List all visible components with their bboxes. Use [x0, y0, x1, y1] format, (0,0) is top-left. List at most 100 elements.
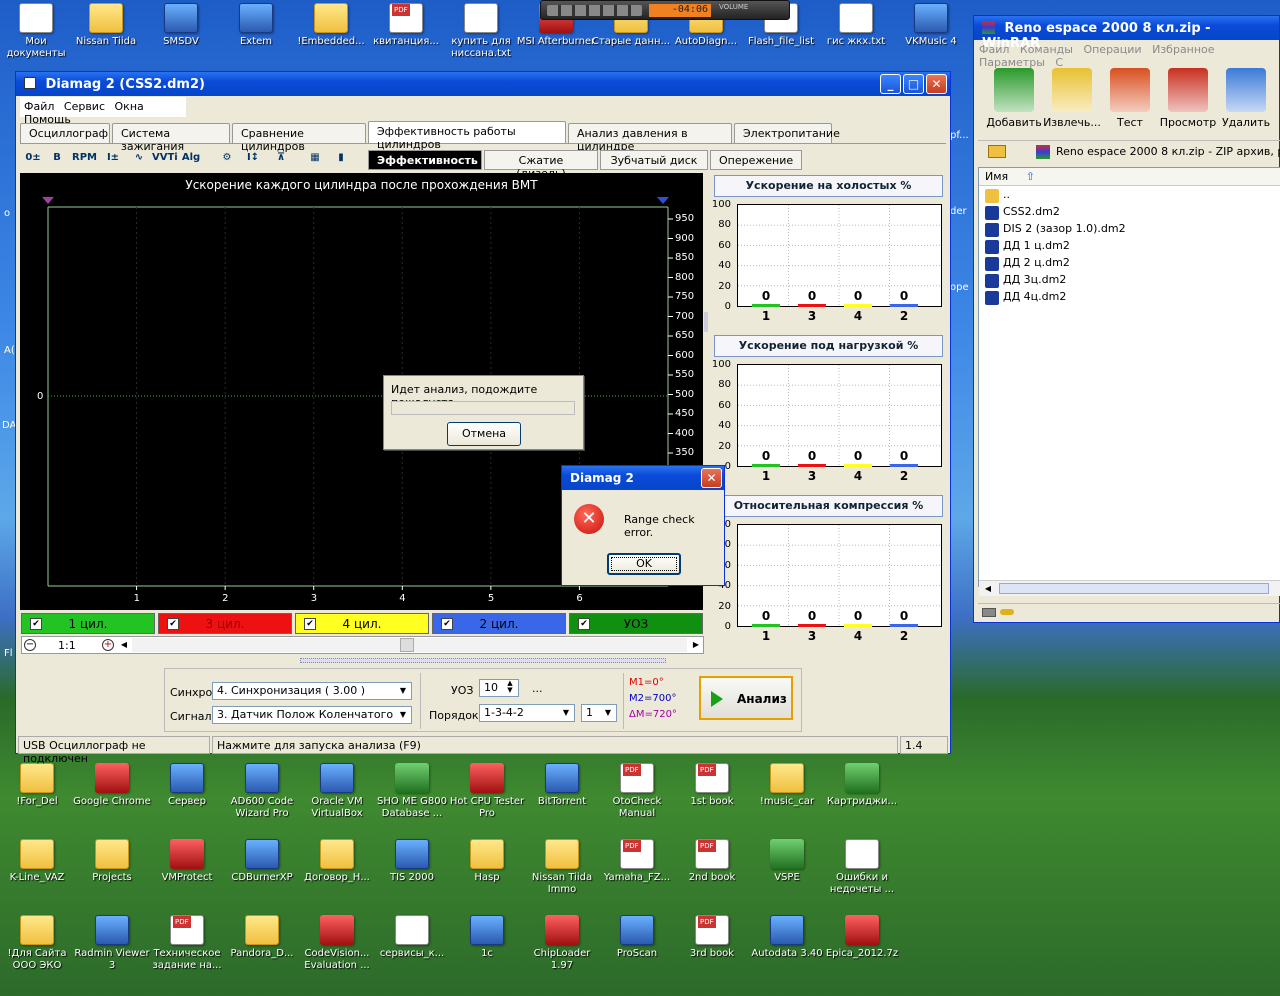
file-row[interactable]: DIS 2 (зазор 1.0).dm2 [983, 222, 1126, 239]
desktop-icon[interactable]: CDBurnerXP [221, 839, 303, 884]
checkbox-icon[interactable]: ✔ [304, 618, 316, 630]
scroll-left-icon[interactable]: ◀ [981, 582, 995, 595]
scroll-left-icon[interactable]: ◀ [118, 638, 130, 652]
desktop-icon[interactable]: Autodata 3.40 [746, 915, 828, 960]
desktop-icon[interactable]: 3rd book [671, 915, 753, 960]
winrar-tool-button[interactable]: Извлечь... [1042, 68, 1102, 129]
cylinder-toggle[interactable]: ✔ 3 цил. [158, 613, 292, 634]
tool-button[interactable]: ∿ [128, 148, 150, 168]
desktop-icon[interactable]: Nissan Tiida Immo [521, 839, 603, 896]
desktop-icon[interactable]: 2nd book [671, 839, 753, 884]
file-row[interactable]: CSS2.dm2 [983, 205, 1060, 222]
desktop-icon[interactable]: SMSDV [140, 3, 222, 48]
winrar-titlebar[interactable]: Reno espace 2000 8 кл.zip - WinRAR [974, 16, 1279, 51]
plot-splitter[interactable] [704, 312, 708, 332]
archive-path[interactable]: Reno espace 2000 8 кл.zip - ZIP архив, р… [1056, 145, 1280, 158]
order-select[interactable]: 1-3-4-2 ▼ [479, 704, 575, 722]
desktop-icon[interactable]: K-Line_VAZ [0, 839, 78, 884]
diamag-titlebar[interactable]: Diamag 2 (CSS2.dm2) _ □ ✕ [16, 72, 950, 96]
subtab-compression[interactable]: Сжатие (дизель) [484, 150, 598, 180]
h-scroll-thumb[interactable] [999, 583, 1269, 594]
winrar-tool-button[interactable]: Удалить [1216, 68, 1276, 129]
desktop-icon[interactable]: Hasp [446, 839, 528, 884]
up-folder-icon[interactable] [988, 145, 1006, 158]
desktop-icon[interactable]: Картриджи... [821, 763, 903, 808]
tab-power[interactable]: Электропитание [734, 123, 840, 143]
desktop-icon[interactable]: !Embedded... [290, 3, 372, 48]
uoz-more[interactable]: ... [532, 682, 543, 695]
subtab-tooth-disc[interactable]: Зубчатый диск [600, 150, 708, 170]
close-button[interactable]: ✕ [701, 468, 722, 488]
maximize-button[interactable]: □ [903, 74, 924, 94]
desktop-icon[interactable]: Сервер [146, 763, 228, 808]
h-scroll-thumb[interactable] [400, 638, 414, 652]
desktop-icon[interactable]: Yamaha_FZ... [596, 839, 678, 884]
error-titlebar[interactable]: Diamag 2 ✕ [562, 466, 724, 490]
desktop-icon[interactable]: Projects [71, 839, 153, 884]
file-row[interactable]: .. [983, 188, 1010, 205]
desktop-icon[interactable]: купить для ниссана.txt [440, 3, 522, 60]
desktop-icon[interactable]: сервисы_к... [371, 915, 453, 960]
subtab-efficiency[interactable]: Эффективность [368, 150, 482, 170]
order-num-select[interactable]: 1 ▼ [581, 704, 617, 722]
media-player[interactable]: -04:06 VOLUME [540, 0, 790, 20]
analyze-button[interactable]: Анализ [699, 676, 793, 720]
winrar-tool-button[interactable]: Просмотр [1158, 68, 1218, 129]
desktop-icon[interactable]: Extem [215, 3, 297, 48]
menu-file[interactable]: Файл [24, 100, 54, 113]
scroll-right-icon[interactable]: ▶ [690, 638, 702, 652]
tab-oscilloscope[interactable]: Осциллограф [20, 123, 110, 143]
desktop-icon[interactable]: AD600 Code Wizard Pro [221, 763, 303, 820]
zoom-in-icon[interactable]: + [102, 639, 114, 651]
winrar-tool-button[interactable]: Тест [1100, 68, 1160, 129]
tool-button[interactable]: Alg 1/2 [180, 148, 202, 183]
tool-button[interactable]: I± [102, 148, 124, 168]
file-row[interactable]: ДД 3ц.dm2 [983, 273, 1066, 290]
desktop-icon[interactable]: Oracle VM VirtualBox [296, 763, 378, 820]
minimize-button[interactable]: _ [880, 74, 901, 94]
file-row[interactable]: ДД 2 ц.dm2 [983, 256, 1070, 273]
desktop-icon[interactable]: ProScan [596, 915, 678, 960]
desktop-icon[interactable]: Ошибки и недочеты ... [821, 839, 903, 896]
desktop-icon[interactable]: !For_Del [0, 763, 78, 808]
desktop-icon[interactable]: !Для Сайта ООО ЭКО [0, 915, 78, 972]
zoom-out-icon[interactable]: − [24, 639, 36, 651]
tool-button[interactable]: ⚙ [216, 148, 238, 168]
desktop-icon[interactable]: Epica_2012.7z [821, 915, 903, 960]
desktop-icon[interactable]: 1st book [671, 763, 753, 808]
column-header-name[interactable]: Имя ⇧ [979, 168, 1280, 186]
close-button[interactable]: ✕ [926, 74, 947, 94]
desktop-icon[interactable]: VKMusic 4 [890, 3, 972, 48]
cylinder-toggle[interactable]: ✔ 4 цил. [295, 613, 429, 634]
tab-cylinder-compare[interactable]: Сравнение цилиндров [232, 123, 366, 153]
desktop-icon[interactable]: Google Chrome [71, 763, 153, 808]
signal-select[interactable]: 3. Датчик Полож Коленчатого Вал ▼ [212, 706, 412, 724]
desktop-icon[interactable]: SHO ME G800 Database ... [371, 763, 453, 820]
spin-icon[interactable]: ▲ ▼ [502, 680, 518, 696]
bottom-splitter[interactable] [300, 658, 666, 663]
file-row[interactable]: ДД 4ц.dm2 [983, 290, 1066, 307]
menu-service[interactable]: Сервис [64, 100, 105, 113]
h-scrollbar[interactable] [132, 638, 687, 652]
checkbox-icon[interactable]: ✔ [167, 618, 179, 630]
tool-button[interactable]: ⊼ [270, 148, 292, 168]
tool-button[interactable]: ▮ [330, 148, 352, 168]
cylinder-toggle[interactable]: ✔ 2 цил. [432, 613, 566, 634]
desktop-icon[interactable]: VMProtect [146, 839, 228, 884]
desktop-icon[interactable]: Nissan Tiida [65, 3, 147, 48]
checkbox-icon[interactable]: ✔ [30, 618, 42, 630]
desktop-icon[interactable]: 1c [446, 915, 528, 960]
desktop-icon[interactable]: Техническое задание на... [146, 915, 228, 972]
subtab-advance[interactable]: Опережение [710, 150, 802, 170]
tool-button[interactable]: I↕ [242, 148, 264, 168]
tool-button[interactable]: 0± [22, 148, 44, 168]
cancel-button[interactable]: Отмена [447, 422, 521, 446]
desktop-icon[interactable]: OtoCheck Manual [596, 763, 678, 820]
tool-button[interactable]: B [46, 148, 68, 168]
desktop-icon[interactable]: Pandora_D... [221, 915, 303, 960]
desktop-icon[interactable]: ChipLoader 1.97 [521, 915, 603, 972]
desktop-icon[interactable]: Договор_Н... [296, 839, 378, 884]
winrar-tool-button[interactable]: Добавить [984, 68, 1044, 129]
player-controls[interactable] [547, 5, 642, 16]
tool-button[interactable]: ▦ [304, 148, 326, 168]
